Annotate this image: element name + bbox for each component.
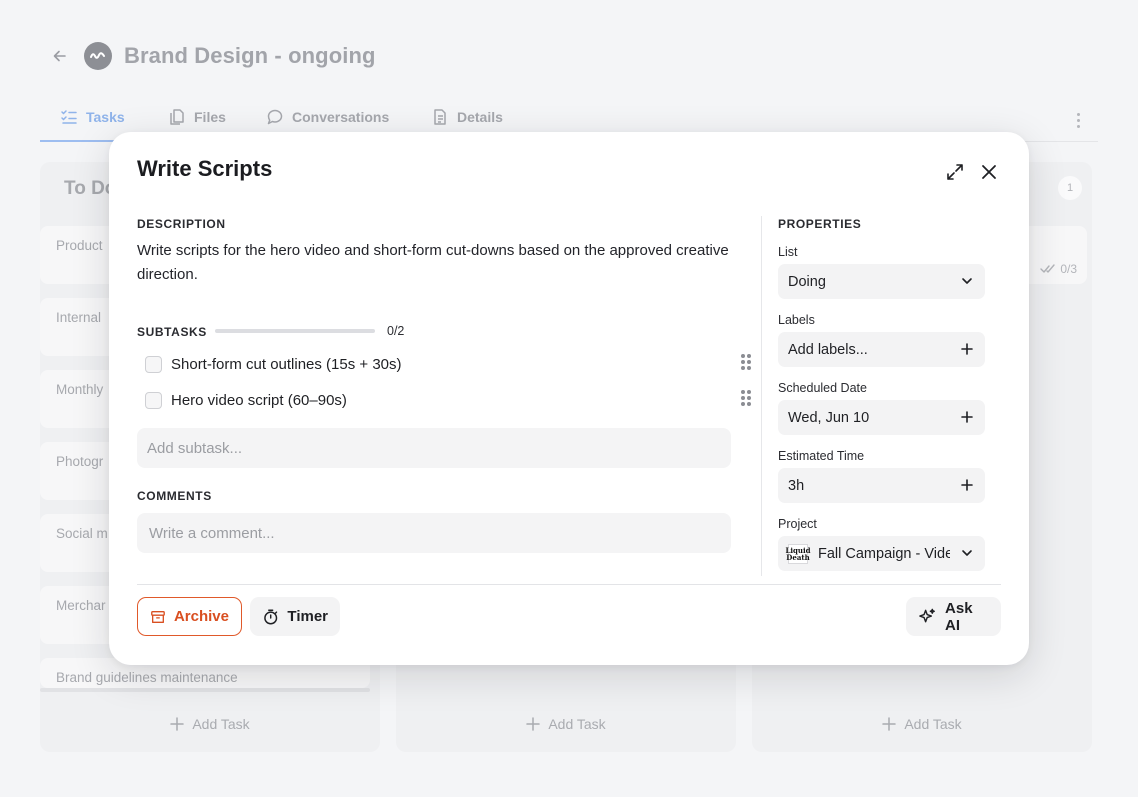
section-divider <box>761 216 762 576</box>
add-task-button[interactable]: Add Task <box>40 716 380 732</box>
more-options-icon[interactable] <box>1068 110 1088 130</box>
subtask-label[interactable]: Short-form cut outlines (15s + 30s) <box>171 356 402 373</box>
column-scrollbar[interactable] <box>40 688 370 692</box>
list-select[interactable]: Doing <box>778 264 985 299</box>
card-subtask-count: 0/3 <box>1040 262 1077 276</box>
card-title: Internal <box>56 310 102 325</box>
project-title: Brand Design - ongoing <box>124 43 376 68</box>
scheduled-date-field[interactable]: Wed, Jun 10 <box>778 400 985 435</box>
card-title: Monthly <box>56 382 104 397</box>
footer-divider <box>137 584 1001 585</box>
properties-label: PROPERTIES <box>778 217 862 231</box>
card-title: Social m <box>56 526 108 541</box>
scheduled-date-value: Wed, Jun 10 <box>788 409 870 426</box>
files-icon <box>170 109 184 125</box>
plus-icon <box>959 409 975 425</box>
card-title: Brand guidelines maintenance <box>56 670 238 685</box>
tab-tasks[interactable]: Tasks <box>60 108 125 126</box>
comment-input[interactable] <box>137 513 731 553</box>
subtasks-progress-bar <box>215 329 375 333</box>
card-title: Photogr <box>56 454 104 469</box>
timer-label: Timer <box>287 608 328 625</box>
add-task-label: Add Task <box>904 716 962 732</box>
labels-value: Add labels... <box>788 341 868 358</box>
chat-icon <box>267 109 283 125</box>
list-label: List <box>778 245 798 259</box>
stopwatch-icon <box>264 608 278 625</box>
add-task-button[interactable]: Add Task <box>396 716 736 732</box>
ask-ai-label: Ask AI <box>945 599 973 634</box>
subtasks-label: SUBTASKS <box>137 325 207 339</box>
drag-handle-icon[interactable] <box>741 390 751 410</box>
subtask-label[interactable]: Hero video script (60–90s) <box>171 392 347 409</box>
tab-label: Tasks <box>86 109 125 125</box>
timer-button[interactable]: Timer <box>250 597 340 636</box>
chevron-down-icon <box>959 273 975 289</box>
subtask-item: Short-form cut outlines (15s + 30s) <box>145 350 751 378</box>
add-task-label: Add Task <box>548 716 606 732</box>
details-icon <box>434 109 446 125</box>
ask-ai-button[interactable]: Ask AI <box>906 597 1001 636</box>
modal-title: Write Scripts <box>137 156 273 181</box>
expand-icon[interactable] <box>942 159 968 185</box>
add-subtask-input[interactable] <box>137 428 731 468</box>
project-thumbnail: Liquid Death <box>785 543 811 564</box>
sparkle-icon <box>919 608 935 622</box>
archive-label: Archive <box>173 608 229 625</box>
estimated-time-label: Estimated Time <box>778 449 865 463</box>
plus-icon <box>882 717 897 731</box>
tab-conversations[interactable]: Conversations <box>266 108 389 126</box>
project-avatar <box>84 42 112 70</box>
subtask-checkbox[interactable] <box>145 355 162 373</box>
archive-button[interactable]: Archive <box>137 597 242 636</box>
drag-handle-icon[interactable] <box>741 354 751 374</box>
page-header: Brand Design - ongoing <box>48 42 376 70</box>
scheduled-date-label: Scheduled Date <box>778 381 867 395</box>
subtasks-progress-text: 0/2 <box>387 324 405 338</box>
tab-details[interactable]: Details <box>431 108 503 126</box>
tab-files[interactable]: Files <box>168 108 226 126</box>
list-value: Doing <box>788 273 826 290</box>
tab-label: Conversations <box>292 109 390 125</box>
tab-label: Details <box>457 109 503 125</box>
project-select[interactable]: Liquid Death Fall Campaign - Video <box>778 536 985 571</box>
tab-label: Files <box>194 109 226 125</box>
plus-icon <box>526 717 541 731</box>
double-check-icon <box>1040 264 1056 273</box>
tasks-icon <box>61 110 77 124</box>
task-description[interactable]: Write scripts for the hero video and sho… <box>137 239 737 287</box>
card-title: Merchar <box>56 598 106 613</box>
subtask-checkbox[interactable] <box>145 391 162 409</box>
task-detail-modal: Write Scripts DESCRIPTION Write scripts … <box>109 132 1029 665</box>
subtask-item: Hero video script (60–90s) <box>145 386 751 414</box>
card-title: Product <box>56 238 103 253</box>
plus-icon <box>959 341 975 357</box>
description-label: DESCRIPTION <box>137 217 226 231</box>
estimated-time-field[interactable]: 3h <box>778 468 985 503</box>
project-label: Project <box>778 517 817 531</box>
close-icon[interactable] <box>976 159 1002 185</box>
labels-label: Labels <box>778 313 815 327</box>
column-count-badge: 1 <box>1058 176 1082 200</box>
archive-icon <box>151 610 165 623</box>
project-value: Fall Campaign - Video <box>818 545 950 562</box>
add-task-label: Add Task <box>192 716 250 732</box>
back-arrow-icon[interactable] <box>48 44 72 68</box>
plus-icon <box>959 477 975 493</box>
chevron-down-icon <box>959 545 975 561</box>
comments-label: COMMENTS <box>137 489 212 503</box>
labels-field[interactable]: Add labels... <box>778 332 985 367</box>
add-task-button[interactable]: Add Task <box>752 716 1092 732</box>
estimated-time-value: 3h <box>788 477 805 494</box>
plus-icon <box>170 717 185 731</box>
card-meta-text: 0/3 <box>1060 262 1077 276</box>
